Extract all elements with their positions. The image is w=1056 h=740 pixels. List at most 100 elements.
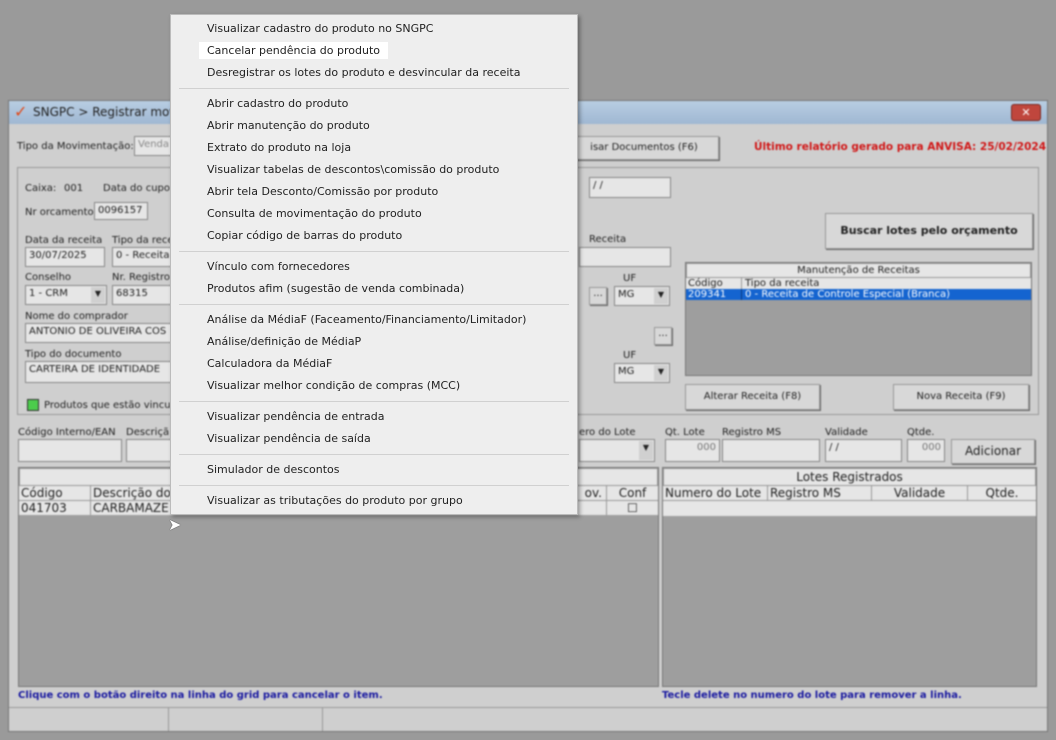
menu-item[interactable]: Visualizar melhor condição de compras (M… [207, 377, 460, 394]
registro-ms-label: Registro MS [722, 427, 782, 438]
conf-checkbox[interactable]: ☐ [607, 501, 658, 515]
col-validade: Validade [872, 486, 968, 500]
lookup-button[interactable]: ... [589, 287, 607, 305]
lotes-title: Lotes Registrados [663, 468, 1036, 486]
app-logo-icon: ✓ [14, 102, 28, 121]
nova-receita-button[interactable]: Nova Receita (F9) [893, 384, 1029, 410]
conselho-label: Conselho [25, 272, 72, 283]
menu-item[interactable]: Desregistrar os lotes do produto e desvi… [207, 64, 520, 81]
numero-lote-select[interactable]: ▼ [579, 439, 655, 462]
chevron-down-icon: ▼ [654, 365, 668, 381]
menu-item[interactable]: Produtos afim (sugestão de venda combina… [207, 280, 464, 297]
tipo-receita-field[interactable]: 0 - Receita [112, 247, 172, 267]
pesquisar-documentos-button[interactable]: isar Documentos (F6) [569, 136, 719, 160]
uf-label: UF [623, 273, 637, 284]
col-codigo: Código [686, 278, 742, 289]
validade-field[interactable]: / / [825, 439, 902, 462]
close-button[interactable]: ✕ [1011, 104, 1041, 121]
menu-item[interactable]: Vínculo com fornecedores [207, 258, 350, 275]
col-tipo-receita: Tipo da receita [745, 278, 820, 289]
chevron-down-icon: ▼ [91, 287, 105, 303]
col-qtde: Qtde. [985, 486, 1019, 500]
menu-item[interactable]: Calculadora da MédiaF [207, 355, 332, 372]
menu-item[interactable]: Análise da MédiaF (Faceamento/Financiame… [207, 311, 526, 328]
anvisa-report-text: Último relatório gerado para ANVISA: 25/… [754, 141, 1047, 153]
codigo-ean-label: Código Interno/EAN [18, 427, 116, 438]
uf-value: MG [618, 289, 635, 300]
qtde-field[interactable]: 000 [907, 439, 945, 462]
menu-item[interactable]: Copiar código de barras do produto [207, 227, 402, 244]
conselho-value: 1 - CRM [29, 288, 68, 299]
menu-separator [179, 88, 569, 89]
tipo-mov-select[interactable]: Venda [134, 136, 174, 156]
caixa-value: 001 [64, 183, 84, 194]
legend-text: Produtos que estão vincul [44, 400, 174, 411]
registro-ms-field[interactable] [722, 439, 820, 462]
menu-item[interactable]: Abrir tela Desconto/Comissão por produto [207, 183, 438, 200]
tipo-mov-label: Tipo da Movimentação: [17, 141, 134, 152]
chevron-down-icon: ▼ [639, 441, 653, 460]
nome-comprador-field[interactable]: ANTONIO DE OLIVEIRA COS [25, 323, 175, 343]
conselho-select[interactable]: 1 - CRM ▼ [25, 285, 107, 305]
receita-field[interactable] [579, 247, 671, 267]
lotes-grid: Lotes Registrados Numero do Lote Registr… [662, 467, 1037, 687]
nome-comprador-label: Nome do comprador [25, 311, 128, 322]
adicionar-button[interactable]: Adicionar [951, 439, 1035, 464]
col-numero-lote: Numero do Lote [663, 486, 768, 500]
menu-item[interactable]: Extrato do produto na loja [207, 139, 351, 156]
menu-item[interactable]: Visualizar cadastro do produto no SNGPC [207, 20, 433, 37]
nr-registro-field[interactable]: 68315 [112, 285, 172, 305]
data-receita-field[interactable]: 30/07/2025 [25, 247, 105, 267]
col-registro-ms: Registro MS [768, 486, 872, 500]
menu-item[interactable]: Visualizar as tributações do produto por… [207, 492, 463, 509]
receitas-grid: Manutenção de Receitas Código Tipo da re… [685, 262, 1032, 376]
menu-item[interactable]: Visualizar pendência de saída [207, 430, 371, 447]
receitas-title: Manutenção de Receitas [686, 263, 1031, 278]
nr-registro-label: Nr. Registro [112, 272, 170, 283]
uf2-label: UF [623, 350, 637, 361]
menu-separator [179, 251, 569, 252]
data-cupom-label: Data do cupo [103, 183, 171, 194]
qt-lote-label: Qt. Lote [665, 427, 705, 438]
menu-item[interactable]: Visualizar tabelas de descontos\comissão… [207, 161, 499, 178]
uf2-select[interactable]: MG ▼ [614, 363, 670, 383]
context-menu: Visualizar cadastro do produto no SNGPC C… [170, 14, 578, 515]
lookup-button-2[interactable]: ... [654, 327, 672, 345]
status-panel [169, 708, 323, 731]
window-title: SNGPC > Registrar movim [33, 105, 192, 119]
cell-codigo: 209341 [686, 289, 742, 300]
table-row[interactable]: 209341 0 - Receita de Controle Especial … [686, 289, 1031, 300]
status-panel [9, 708, 169, 731]
menu-item[interactable]: Abrir manutenção do produto [207, 117, 370, 134]
mouse-cursor-icon: ➤ [168, 515, 182, 534]
col-conf: Conf [618, 486, 647, 500]
descricao-field[interactable] [126, 439, 176, 462]
menu-item[interactable]: Cancelar pendência do produto [199, 42, 389, 59]
receitas-header: Código Tipo da receita [686, 278, 1031, 289]
tipo-documento-field[interactable]: CARTEIRA DE IDENTIDADE [25, 361, 175, 383]
uf-select[interactable]: MG ▼ [614, 286, 670, 306]
tipo-receita-label: Tipo da rece [112, 235, 174, 246]
green-legend-icon [27, 399, 39, 411]
buscar-lotes-button[interactable]: Buscar lotes pelo orçamento [825, 213, 1033, 249]
cell-codigo: 041703 [19, 501, 91, 515]
menu-item[interactable]: Simulador de descontos [207, 461, 340, 478]
data-cupom-field[interactable]: / / [589, 177, 671, 198]
footer-hint-left: Clique com o botão direito na linha do g… [18, 690, 383, 701]
menu-item[interactable]: Visualizar pendência de entrada [207, 408, 385, 425]
nr-orcamento-field[interactable]: 0096157 [94, 202, 148, 220]
col-codigo: Código [19, 486, 91, 500]
menu-item[interactable]: Abrir cadastro do produto [207, 95, 348, 112]
menu-separator [179, 304, 569, 305]
menu-item[interactable]: Análise/definição de MédiaP [207, 333, 361, 350]
qt-lote-field[interactable]: 000 [665, 439, 720, 462]
alterar-receita-button[interactable]: Alterar Receita (F8) [685, 384, 820, 410]
lotes-header: Numero do Lote Registro MS Validade Qtde… [663, 486, 1036, 500]
menu-item[interactable]: Consulta de movimentação do produto [207, 205, 422, 222]
codigo-ean-field[interactable] [18, 439, 122, 462]
uf2-value: MG [618, 366, 635, 377]
menu-separator [179, 485, 569, 486]
caixa-label: Caixa: [25, 183, 57, 194]
table-row[interactable] [663, 500, 1036, 516]
data-receita-label: Data da receita [25, 235, 103, 246]
